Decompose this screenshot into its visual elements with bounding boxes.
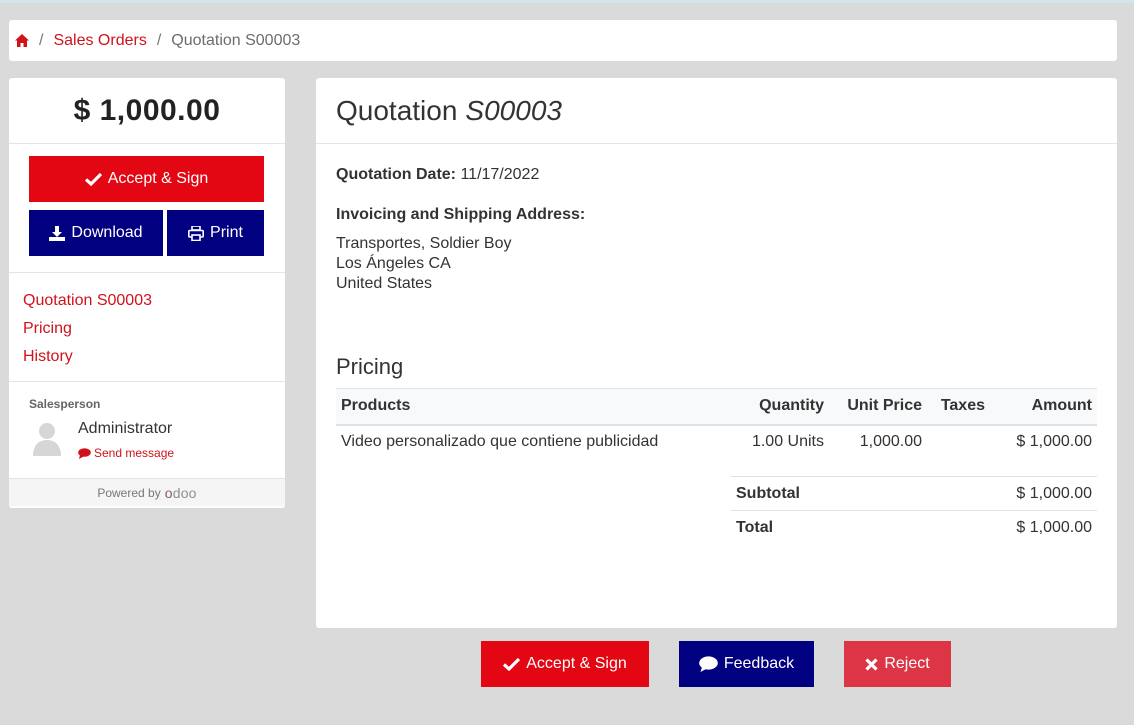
avatar xyxy=(31,420,63,456)
print-button[interactable]: Print xyxy=(167,210,264,256)
line-items-table: Products Quantity Unit Price Taxes Amoun… xyxy=(336,388,1097,459)
comment-icon xyxy=(78,447,91,459)
close-icon xyxy=(865,657,878,671)
check-icon xyxy=(84,172,102,186)
breadcrumb-separator: / xyxy=(39,31,44,49)
pricing-heading: Pricing xyxy=(336,354,404,379)
sidebar-nav-history[interactable]: History xyxy=(23,343,152,371)
send-message-link[interactable]: Send message xyxy=(78,446,174,460)
check-icon xyxy=(503,657,521,671)
reject-button[interactable]: Reject xyxy=(844,641,951,687)
col-quantity: Quantity xyxy=(709,388,829,426)
title-prefix: Quotation xyxy=(336,94,458,126)
sidebar-nav-quotation[interactable]: Quotation S00003 xyxy=(23,287,152,315)
total-label: Total xyxy=(731,510,901,545)
col-amount: Amount xyxy=(990,388,1097,426)
print-label: Print xyxy=(210,224,243,241)
download-label: Download xyxy=(71,224,143,241)
quotation-date: Quotation Date: 11/17/2022 xyxy=(336,166,539,184)
totals-table: Subtotal $ 1,000.00 Total $ 1,000.00 xyxy=(731,476,1097,545)
breadcrumb: / Sales Orders / Quotation S00003 xyxy=(9,20,1117,61)
powered-by-text: Powered by xyxy=(97,485,161,500)
divider xyxy=(9,272,285,273)
address-block: Transportes, Soldier Boy Los Ángeles CA … xyxy=(336,234,511,294)
quotation-date-value: 11/17/2022 xyxy=(460,166,540,183)
sidebar-accept-sign-button[interactable]: Accept & Sign xyxy=(29,156,264,202)
sidebar-nav-pricing[interactable]: Pricing xyxy=(23,315,152,343)
cell-taxes xyxy=(927,425,990,459)
breadcrumb-current: Quotation S00003 xyxy=(171,31,301,49)
comment-icon xyxy=(699,656,718,672)
table-row: Video personalizado que contiene publici… xyxy=(336,425,1097,459)
address-line: Transportes, Soldier Boy xyxy=(336,235,512,252)
bottom-accept-sign-button[interactable]: Accept & Sign xyxy=(481,641,649,687)
quotation-card: Quotation S00003 Quotation Date: 11/17/2… xyxy=(316,78,1117,628)
total-row: Total $ 1,000.00 xyxy=(731,510,1097,545)
reject-label: Reject xyxy=(884,655,930,672)
bottom-accept-label: Accept & Sign xyxy=(526,655,627,672)
col-unit-price: Unit Price xyxy=(829,388,927,426)
download-icon xyxy=(49,225,66,241)
cell-amount: $ 1,000.00 xyxy=(1016,433,1092,450)
col-taxes: Taxes xyxy=(927,388,990,426)
quotation-date-label: Quotation Date: xyxy=(336,166,456,183)
address-line: United States xyxy=(336,275,433,292)
divider xyxy=(9,381,285,382)
sidebar: $ 1,000.00 Accept & Sign Download Print … xyxy=(9,78,285,508)
cell-quantity: 1.00 Units xyxy=(751,433,824,450)
breadcrumb-separator: / xyxy=(156,31,162,49)
subtotal-value: $ 1,000.00 xyxy=(900,476,1097,511)
printer-icon xyxy=(188,225,205,241)
feedback-label: Feedback xyxy=(723,655,795,672)
send-message-label: Send message xyxy=(94,446,175,460)
address-label: Invoicing and Shipping Address: xyxy=(336,206,586,223)
table-header-row: Products Quantity Unit Price Taxes Amoun… xyxy=(336,388,1097,426)
home-icon[interactable] xyxy=(15,33,29,48)
sidebar-amount: $ 1,000.00 xyxy=(9,78,285,144)
breadcrumb-sales-orders[interactable]: Sales Orders xyxy=(53,32,146,50)
download-button[interactable]: Download xyxy=(29,210,163,256)
powered-by-footer: Powered by odoo xyxy=(9,478,285,506)
sidebar-accept-label: Accept & Sign xyxy=(107,170,209,187)
title-number: S00003 xyxy=(465,94,562,126)
page-title: Quotation S00003 xyxy=(316,78,1117,144)
cell-unit-price: 1,000.00 xyxy=(859,433,922,450)
sidebar-nav: Quotation S00003 Pricing History xyxy=(23,287,152,371)
subtotal-row: Subtotal $ 1,000.00 xyxy=(731,476,1097,511)
address-line: Los Ángeles CA xyxy=(336,255,451,272)
salesperson-name: Administrator xyxy=(78,420,173,437)
cell-product: Video personalizado que contiene publici… xyxy=(341,433,659,450)
salesperson-label: Salesperson xyxy=(29,397,101,411)
feedback-button[interactable]: Feedback xyxy=(679,641,814,687)
total-value: $ 1,000.00 xyxy=(900,510,1097,545)
odoo-logo[interactable]: odoo xyxy=(165,485,197,501)
col-products: Products xyxy=(336,388,709,426)
subtotal-label: Subtotal xyxy=(731,476,901,511)
